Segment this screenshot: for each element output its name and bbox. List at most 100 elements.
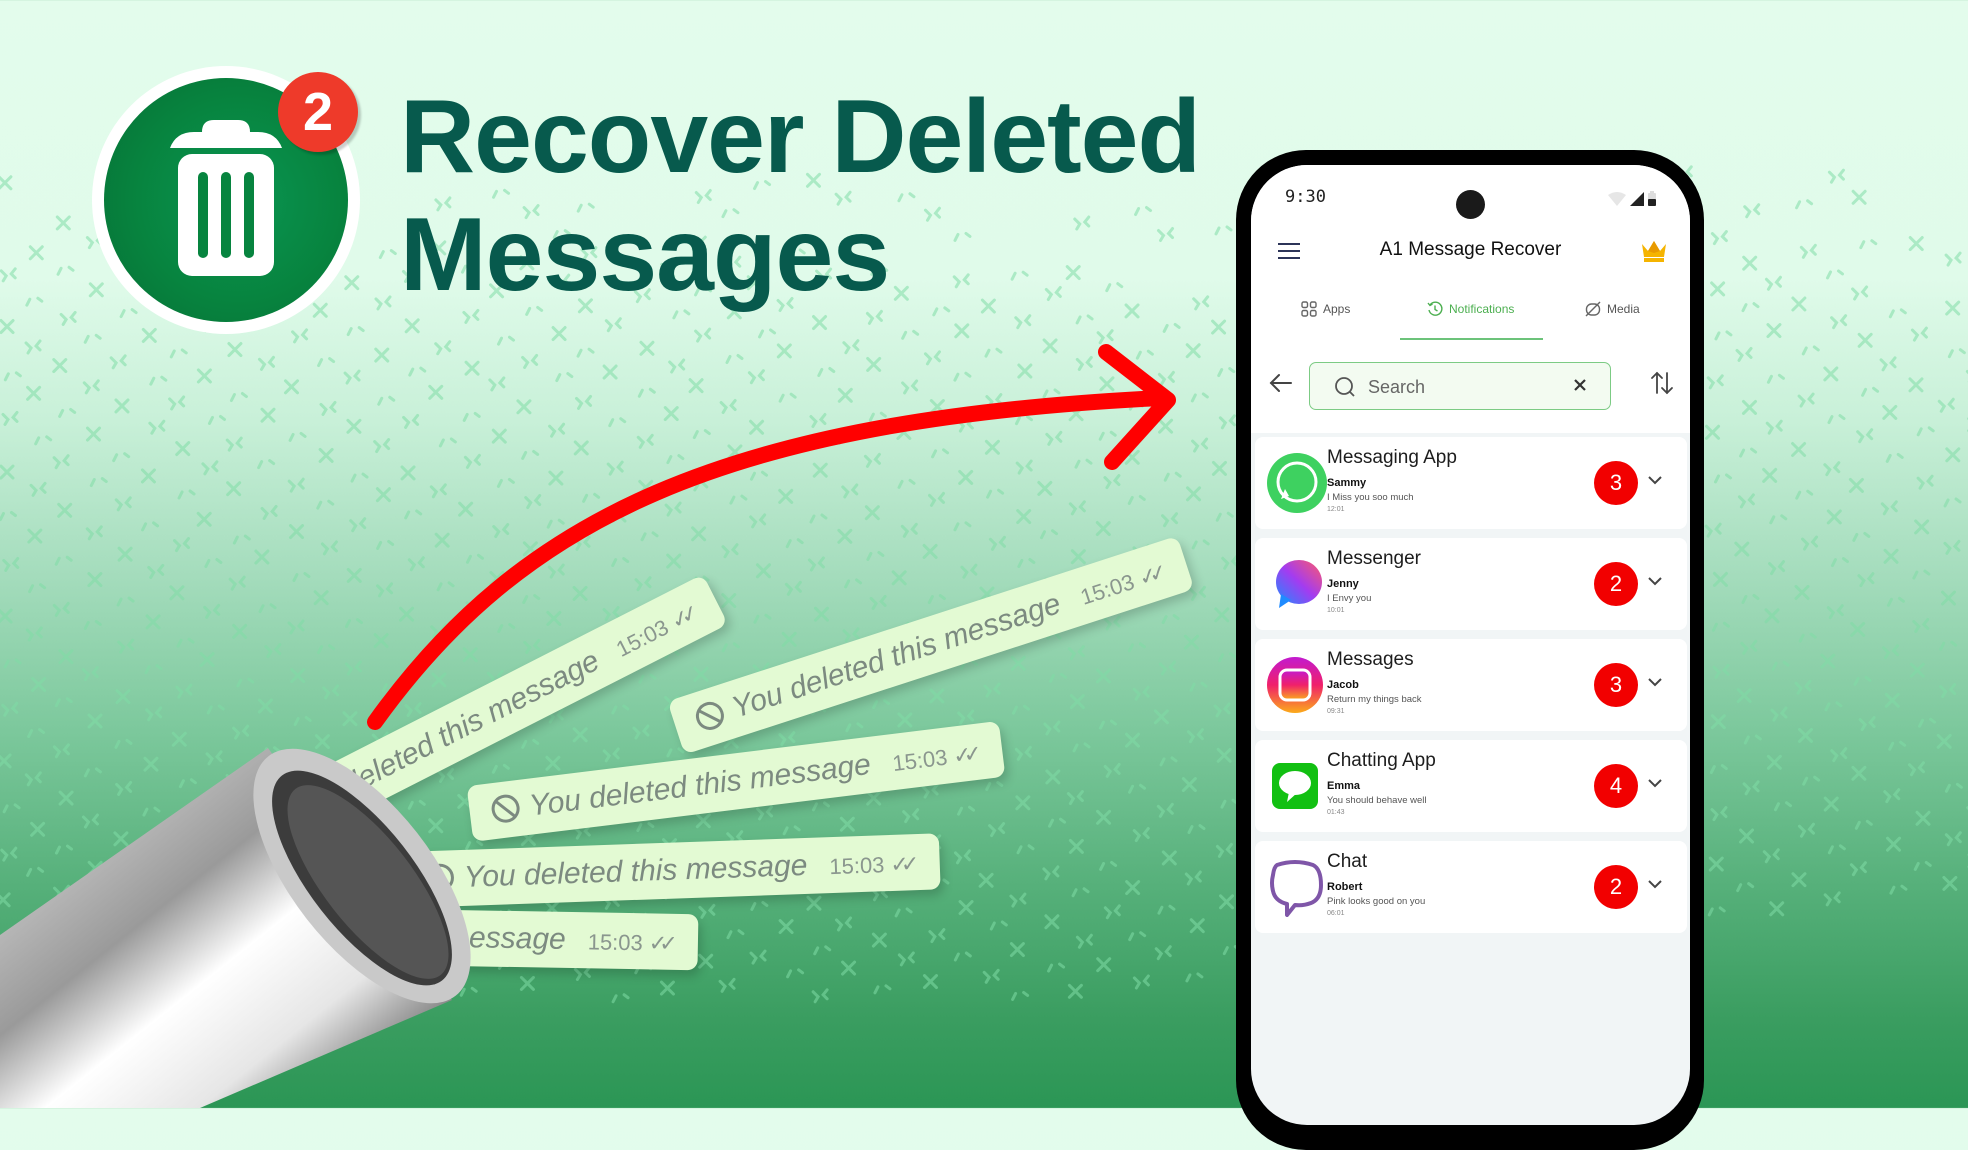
pattern-mark [260, 605, 275, 612]
pattern-mark [1044, 340, 1056, 352]
pattern-mark [1044, 390, 1059, 397]
pattern-mark [321, 402, 335, 414]
pattern-mark [119, 548, 131, 560]
tab-notifications[interactable]: Notifications [1427, 289, 1514, 329]
conversation-item[interactable]: Messaging App Sammy I Miss you soo much … [1255, 437, 1687, 529]
pattern-mark [1832, 749, 1846, 761]
search-field[interactable] [1309, 362, 1611, 410]
pattern-mark [1853, 287, 1867, 299]
pattern-mark [147, 616, 159, 628]
pattern-mark [203, 462, 217, 474]
pattern-mark [294, 574, 309, 581]
phone-screen: 9:30 A1 Message Recover Apps Notificatio… [1251, 165, 1690, 1125]
conversation-item[interactable]: Chatting App Emma You should behave well… [1255, 740, 1687, 832]
pattern-mark [54, 456, 68, 468]
pattern-mark [693, 528, 705, 540]
pattern-mark [406, 704, 420, 716]
search-input[interactable] [1366, 373, 1560, 401]
pattern-mark [143, 329, 155, 341]
pattern-mark [1739, 495, 1753, 507]
pattern-mark [780, 490, 792, 502]
pattern-mark [1800, 634, 1815, 641]
pattern-mark [1047, 771, 1059, 783]
pattern-mark [1825, 893, 1839, 905]
tab-media[interactable]: Media [1585, 289, 1640, 329]
pattern-mark [26, 341, 40, 353]
pattern-mark [1888, 598, 1903, 605]
chevron-down-icon[interactable] [1647, 475, 1663, 485]
pattern-mark [1801, 245, 1815, 257]
pattern-mark [1191, 920, 1203, 932]
pattern-mark [84, 956, 98, 968]
pattern-mark [668, 749, 683, 756]
pattern-mark [786, 582, 800, 594]
pattern-mark [464, 649, 476, 661]
pattern-mark [1853, 767, 1865, 779]
count-badge: 2 [1594, 865, 1638, 909]
ban-icon [490, 793, 521, 824]
chevron-down-icon[interactable] [1647, 778, 1663, 788]
double-check-icon: ✓✓ [952, 741, 976, 768]
pattern-mark [1070, 840, 1082, 852]
pattern-mark [117, 691, 129, 703]
chevron-down-icon[interactable] [1647, 677, 1663, 687]
pattern-mark [436, 534, 448, 546]
conversation-item[interactable]: Messages Jacob Return my things back 09:… [1255, 639, 1687, 731]
tab-apps[interactable]: Apps [1301, 289, 1350, 329]
pattern-mark [1044, 867, 1058, 879]
pattern-mark [351, 519, 365, 531]
battery-icon [1648, 191, 1656, 206]
sender-name: Sammy [1327, 477, 1366, 489]
pattern-mark [1, 466, 13, 478]
pattern-mark [0, 610, 11, 622]
chevron-down-icon[interactable] [1647, 576, 1663, 586]
grid-icon [1301, 301, 1317, 317]
pattern-mark [813, 990, 827, 1002]
pattern-mark [896, 909, 911, 916]
pattern-mark [238, 679, 253, 686]
pattern-mark [1126, 451, 1138, 463]
pattern-mark [1918, 476, 1932, 488]
pattern-mark [60, 940, 72, 952]
pattern-mark [234, 625, 246, 637]
pattern-mark [844, 341, 858, 353]
pattern-mark [1825, 368, 1837, 380]
pattern-mark [923, 785, 937, 797]
pattern-mark [1097, 670, 1109, 682]
pattern-mark [205, 605, 219, 617]
pattern-mark [1217, 513, 1232, 520]
back-arrow-icon[interactable] [1269, 373, 1293, 393]
pattern-mark [523, 740, 538, 747]
pattern-mark [2, 848, 16, 860]
pattern-mark [5, 373, 20, 380]
pattern-mark [1011, 894, 1025, 906]
pattern-mark [318, 880, 330, 892]
pattern-mark [524, 596, 539, 603]
pattern-mark [988, 490, 1003, 497]
pattern-mark [3, 412, 17, 424]
pattern-mark [1100, 432, 1115, 439]
clear-search-icon[interactable] [1572, 377, 1588, 393]
pattern-mark [985, 684, 999, 696]
double-check-icon: ✓✓ [1135, 561, 1163, 591]
chevron-down-icon[interactable] [1647, 879, 1663, 889]
pattern-mark [171, 350, 186, 357]
tab-label: Media [1607, 302, 1640, 316]
pattern-mark [143, 523, 158, 530]
pattern-mark [350, 855, 362, 867]
pattern-mark [61, 312, 75, 324]
pattern-mark [1916, 521, 1928, 533]
pattern-mark [778, 345, 790, 357]
crown-icon[interactable] [1641, 239, 1667, 263]
pattern-mark [348, 328, 363, 335]
pattern-mark [173, 927, 188, 934]
conversation-item[interactable]: Messenger Jenny I Envy you 10:01 2 [1255, 538, 1687, 630]
pattern-mark [1949, 350, 1964, 357]
sort-icon[interactable] [1649, 371, 1675, 395]
conversation-item[interactable]: Chat Robert Pink looks good on you 06:01… [1255, 841, 1687, 933]
whatsapp-style-icon [1267, 453, 1327, 513]
count-badge: 4 [1594, 764, 1638, 808]
pattern-mark [808, 897, 820, 909]
pattern-mark [1128, 397, 1142, 409]
pattern-mark [962, 565, 976, 577]
